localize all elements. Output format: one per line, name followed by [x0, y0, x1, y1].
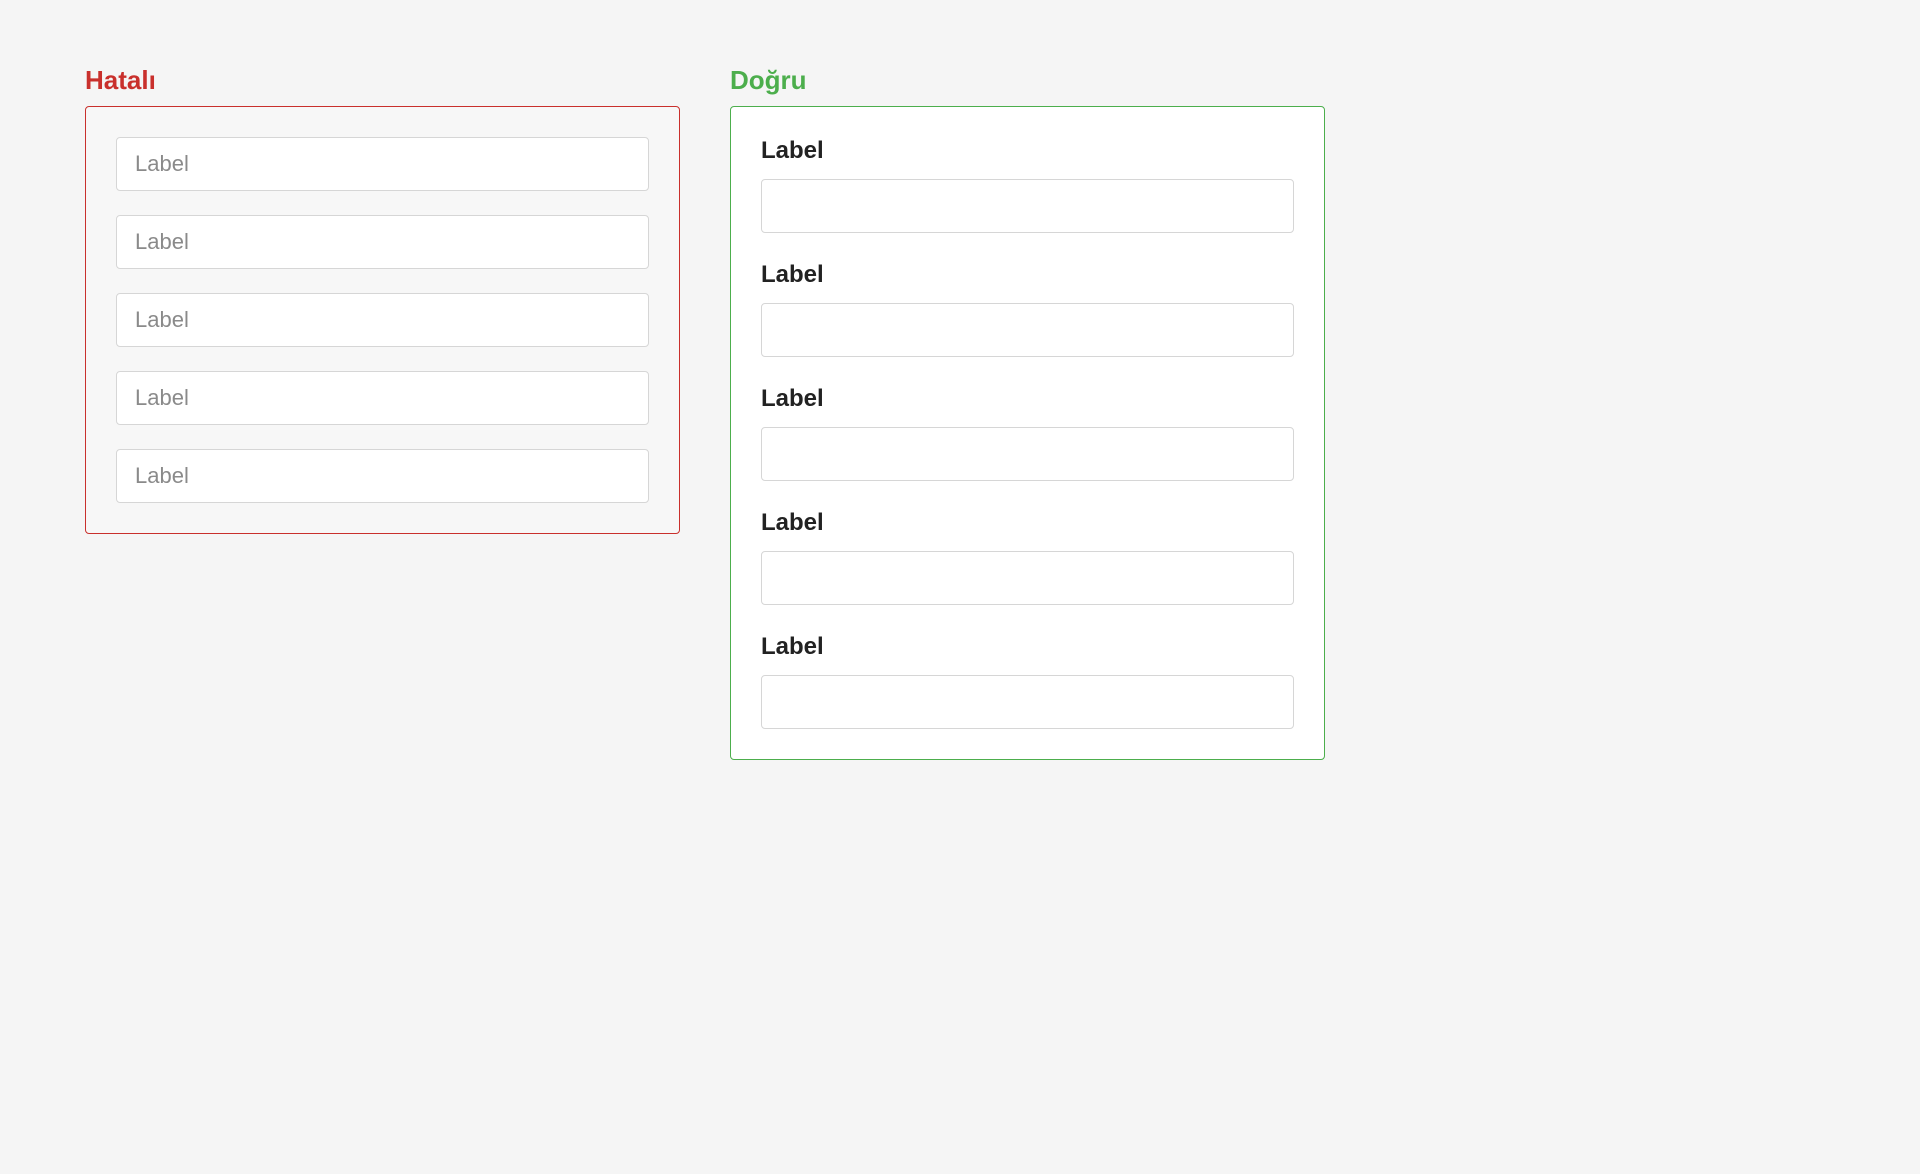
wrong-heading: Hatalı — [85, 65, 680, 96]
right-heading: Doğru — [730, 65, 1325, 96]
right-panel: Label Label Label Label Label — [730, 106, 1325, 760]
right-input-3[interactable] — [761, 427, 1294, 481]
wrong-panel — [85, 106, 680, 534]
right-input-4[interactable] — [761, 551, 1294, 605]
right-input-5[interactable] — [761, 675, 1294, 729]
form-group-3: Label — [761, 385, 1294, 481]
wrong-input-3[interactable] — [116, 293, 649, 347]
form-label-3: Label — [761, 385, 1294, 413]
right-input-1[interactable] — [761, 179, 1294, 233]
wrong-column: Hatalı — [85, 65, 680, 760]
form-group-2: Label — [761, 261, 1294, 357]
wrong-input-2[interactable] — [116, 215, 649, 269]
right-column: Doğru Label Label Label Label Label — [730, 65, 1325, 760]
form-label-4: Label — [761, 509, 1294, 537]
form-label-2: Label — [761, 261, 1294, 289]
form-label-1: Label — [761, 137, 1294, 165]
form-label-5: Label — [761, 633, 1294, 661]
right-input-2[interactable] — [761, 303, 1294, 357]
wrong-input-1[interactable] — [116, 137, 649, 191]
wrong-input-4[interactable] — [116, 371, 649, 425]
form-group-1: Label — [761, 137, 1294, 233]
wrong-input-5[interactable] — [116, 449, 649, 503]
form-group-5: Label — [761, 633, 1294, 729]
form-group-4: Label — [761, 509, 1294, 605]
comparison-container: Hatalı Doğru Label Label Label — [85, 65, 1835, 760]
